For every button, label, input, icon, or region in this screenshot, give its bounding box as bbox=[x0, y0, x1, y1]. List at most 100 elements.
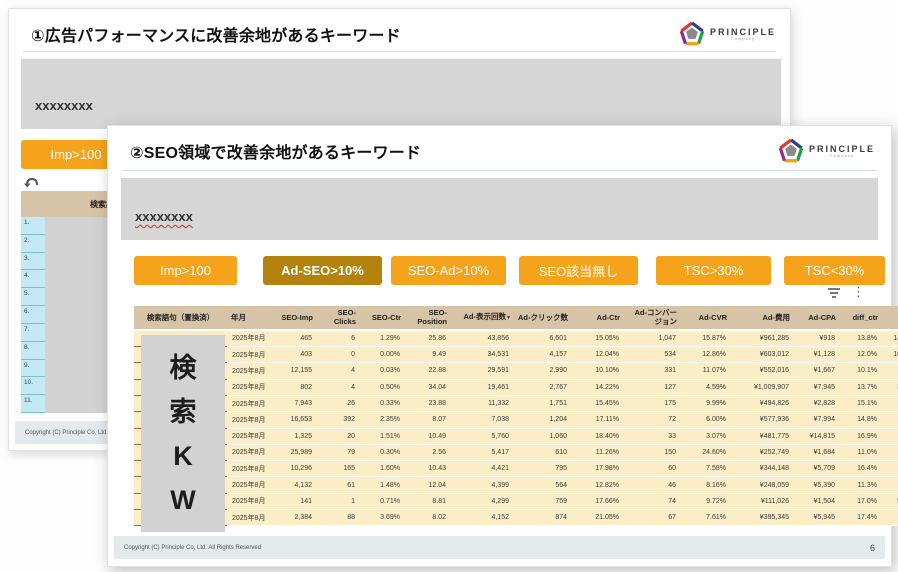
data-cell: 7,943 bbox=[271, 395, 317, 411]
data-cell: 1.29% bbox=[360, 330, 405, 347]
data-cell: ¥1,684 bbox=[794, 444, 840, 460]
data-cell: 2025年8月 bbox=[227, 461, 271, 477]
front-table-body: 2025年8月46561.29%25.8643,8566,60115.05%1,… bbox=[134, 330, 898, 526]
filter-button[interactable]: TSC>30% bbox=[656, 256, 771, 285]
data-cell: 165 bbox=[317, 461, 360, 477]
data-cell: 82% bbox=[882, 428, 898, 444]
data-cell: 1,204 bbox=[514, 412, 572, 428]
data-cell: 40% bbox=[882, 510, 898, 526]
data-cell: 4,157 bbox=[514, 347, 572, 363]
data-cell: 3.07% bbox=[681, 428, 731, 444]
data-cell: 72 bbox=[624, 412, 681, 428]
data-cell: ¥5,945 bbox=[794, 510, 840, 526]
data-cell: 564 bbox=[514, 477, 572, 493]
data-cell: 2.35% bbox=[360, 412, 405, 428]
column-header: Ad-コンバージョン bbox=[624, 306, 681, 330]
column-header: diff_ctr bbox=[840, 306, 882, 330]
logo-subtext: Company bbox=[710, 37, 776, 41]
filter-button[interactable]: Ad-SEO>10% bbox=[263, 256, 382, 285]
data-cell: 8.02 bbox=[405, 510, 451, 526]
pentagon-logo-icon bbox=[778, 138, 804, 164]
table-row: 2025年8月14110.71%8.814,29975917.66%749.72… bbox=[134, 493, 898, 509]
table-row: 2025年8月40300.00%9.4934,5314,15712.04%534… bbox=[134, 347, 898, 363]
data-cell: 2,990 bbox=[514, 363, 572, 379]
data-cell: 175 bbox=[624, 395, 681, 411]
sort-arrow-icon: ▾ bbox=[507, 315, 510, 321]
data-cell: 11.07% bbox=[681, 363, 731, 379]
data-cell: ¥248,059 bbox=[731, 477, 794, 493]
data-cell: 9.72% bbox=[681, 493, 731, 509]
data-cell: 539% bbox=[882, 493, 898, 509]
data-cell: 10.1% bbox=[840, 363, 882, 379]
data-cell: 7.61% bbox=[681, 510, 731, 526]
data-cell: ¥14,815 bbox=[794, 428, 840, 444]
data-cell: 9.49 bbox=[405, 347, 451, 363]
data-cell: 12,155 bbox=[271, 363, 317, 379]
filter-button[interactable]: Imp>100 bbox=[134, 256, 237, 285]
data-cell: 1,325 bbox=[271, 428, 317, 444]
filter-icon[interactable] bbox=[828, 286, 840, 298]
filter-button[interactable]: SEO-Ad>10% bbox=[391, 256, 506, 285]
data-cell: 2025年8月 bbox=[227, 444, 271, 460]
data-cell: 60 bbox=[624, 461, 681, 477]
data-cell: 8.16% bbox=[681, 477, 731, 493]
data-cell: 2025年8月 bbox=[227, 477, 271, 493]
principle-logo: PRINCIPLE Company bbox=[679, 21, 776, 47]
data-cell: 8.81 bbox=[405, 493, 451, 509]
table-row: 2025年8月46561.29%25.8643,8566,60115.05%1,… bbox=[134, 330, 898, 347]
column-header: Ad-CPA bbox=[794, 306, 840, 330]
data-cell: 9% bbox=[882, 461, 898, 477]
data-cell: ¥577,936 bbox=[731, 412, 794, 428]
data-cell: 74 bbox=[624, 493, 681, 509]
column-header: 検索語句（置換済） bbox=[134, 306, 227, 330]
data-cell: 1.48% bbox=[360, 477, 405, 493]
data-cell: 2025年8月 bbox=[227, 510, 271, 526]
data-cell: 4 bbox=[317, 379, 360, 395]
data-cell: 2025年8月 bbox=[227, 363, 271, 379]
data-cell: 25,989 bbox=[271, 444, 317, 460]
data-cell: 3.69% bbox=[360, 510, 405, 526]
data-cell: 15.1% bbox=[840, 395, 882, 411]
row-number-cell: 10. bbox=[21, 377, 45, 395]
data-cell: 759 bbox=[514, 493, 572, 509]
data-cell: 23.88 bbox=[405, 395, 451, 411]
data-cell: 17.0% bbox=[840, 493, 882, 509]
filter-button[interactable]: SEO該当無し bbox=[519, 256, 638, 285]
data-cell: 465 bbox=[271, 330, 317, 347]
row-number-cell: 8. bbox=[21, 342, 45, 360]
data-cell: 10.43 bbox=[405, 461, 451, 477]
front-table-header-row: 検索語句（置換済）年月SEO-ImpSEO-ClicksSEO-CtrSEO-P… bbox=[134, 306, 898, 330]
data-cell: 2,767 bbox=[514, 379, 572, 395]
data-cell: 34.04 bbox=[405, 379, 451, 395]
data-cell: 141 bbox=[271, 493, 317, 509]
data-cell: 11.0% bbox=[840, 444, 882, 460]
data-cell: 12.04% bbox=[572, 347, 624, 363]
placeholder-text: xxxxxxxx bbox=[35, 98, 93, 113]
slide-2-title: ②SEO領域で改善余地があるキーワード bbox=[130, 139, 421, 163]
data-cell: ¥5,709 bbox=[794, 461, 840, 477]
slide-2-seo-keywords: ②SEO領域で改善余地があるキーワード PRINCIPLE Company xx… bbox=[107, 125, 892, 567]
data-cell: 0.33% bbox=[360, 395, 405, 411]
data-cell: 15.45% bbox=[572, 395, 624, 411]
row-number-cell: 1. bbox=[21, 217, 45, 235]
data-cell: 0.03% bbox=[360, 363, 405, 379]
data-cell: 10% bbox=[882, 412, 898, 428]
data-cell: 2,384 bbox=[271, 510, 317, 526]
data-cell: ¥5,390 bbox=[794, 477, 840, 493]
row-number-cell: 5. bbox=[21, 288, 45, 306]
more-options-icon[interactable]: ⋮ bbox=[852, 287, 865, 297]
data-cell: ¥344,148 bbox=[731, 461, 794, 477]
table-row: 2025年8月2,384883.69%8.024,15287421.05%677… bbox=[134, 510, 898, 526]
data-cell: 534 bbox=[624, 347, 681, 363]
column-header: SEO-Ctr bbox=[360, 306, 405, 330]
data-cell: 1,751 bbox=[514, 395, 572, 411]
data-cell: 6,601 bbox=[514, 330, 572, 347]
data-cell: 61 bbox=[317, 477, 360, 493]
filter-button[interactable]: TSC<30% bbox=[784, 256, 885, 285]
data-cell: ¥494,826 bbox=[731, 395, 794, 411]
logo-subtext: Company bbox=[809, 154, 875, 158]
data-cell: 46 bbox=[624, 477, 681, 493]
row-number-cell: 3. bbox=[21, 253, 45, 271]
data-cell: 10,296 bbox=[271, 461, 317, 477]
data-cell: ¥1,504 bbox=[794, 493, 840, 509]
